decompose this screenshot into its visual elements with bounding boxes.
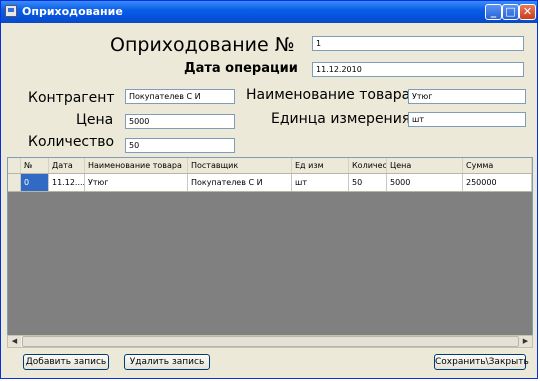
date-label: Дата операции bbox=[184, 61, 298, 76]
cell-price[interactable]: 5000 bbox=[387, 174, 463, 191]
window-title: Оприходование bbox=[22, 5, 123, 18]
row-header[interactable] bbox=[8, 174, 21, 191]
cell-product[interactable]: Утюг bbox=[85, 174, 188, 191]
cell-supplier[interactable]: Покупателев С И bbox=[188, 174, 292, 191]
column-header-sum[interactable]: Сумма bbox=[463, 158, 532, 173]
column-header-product[interactable]: Наименование товара bbox=[85, 158, 188, 173]
cell-date[interactable]: 11.12.... bbox=[49, 174, 85, 191]
app-icon bbox=[5, 5, 17, 17]
column-header-price[interactable]: Цена bbox=[387, 158, 463, 173]
price-label: Цена bbox=[76, 112, 114, 128]
column-header-date[interactable]: Дата bbox=[49, 158, 85, 173]
product-name-label: Наименование товара bbox=[246, 87, 411, 103]
column-header-number[interactable]: № bbox=[21, 158, 49, 173]
price-field[interactable]: 5000 bbox=[125, 114, 235, 129]
product-name-field[interactable]: Утюг bbox=[408, 89, 526, 104]
table-row[interactable]: 0 11.12.... Утюг Покупателев С И шт 50 5… bbox=[8, 174, 532, 192]
doc-number-field[interactable]: 1 bbox=[312, 36, 524, 51]
column-header-unit[interactable]: Ед изм bbox=[292, 158, 349, 173]
unit-field[interactable]: шт bbox=[408, 112, 526, 127]
quantity-label: Количество bbox=[28, 134, 115, 150]
scrollbar-thumb[interactable] bbox=[22, 336, 519, 347]
records-grid[interactable]: № Дата Наименование товара Поставщик Ед … bbox=[7, 157, 533, 347]
app-window: Оприходование _ □ ✕ Оприходование № 1 Да… bbox=[0, 0, 538, 379]
contractor-label: Контрагент bbox=[28, 90, 115, 106]
cell-unit[interactable]: шт bbox=[292, 174, 349, 191]
close-button[interactable]: ✕ bbox=[519, 4, 536, 20]
quantity-field[interactable]: 50 bbox=[125, 138, 235, 153]
cell-number[interactable]: 0 bbox=[21, 174, 49, 191]
cell-quantity[interactable]: 50 bbox=[349, 174, 387, 191]
minimize-button[interactable]: _ bbox=[485, 4, 502, 20]
save-close-button[interactable]: Сохранить\Закрыть bbox=[434, 354, 529, 370]
form-heading: Оприходование № bbox=[110, 34, 295, 56]
unit-label: Единца измерения bbox=[271, 111, 411, 127]
scroll-right-icon[interactable]: ▶ bbox=[519, 336, 532, 347]
title-bar[interactable]: Оприходование _ □ ✕ bbox=[1, 1, 537, 23]
grid-header: № Дата Наименование товара Поставщик Ед … bbox=[8, 158, 532, 174]
date-field[interactable]: 11.12.2010 bbox=[312, 62, 524, 77]
column-header-quantity[interactable]: Количес bbox=[349, 158, 387, 173]
cell-sum[interactable]: 250000 bbox=[463, 174, 532, 191]
add-record-button[interactable]: Добавить запись bbox=[23, 354, 109, 370]
contractor-field[interactable]: Покупателев С И bbox=[125, 89, 235, 104]
row-header-corner bbox=[8, 158, 21, 173]
horizontal-scrollbar[interactable]: ◀ ▶ bbox=[7, 335, 533, 348]
maximize-button[interactable]: □ bbox=[502, 4, 519, 20]
column-header-supplier[interactable]: Поставщик bbox=[188, 158, 292, 173]
delete-record-button[interactable]: Удалить запись bbox=[124, 354, 210, 370]
scroll-left-icon[interactable]: ◀ bbox=[8, 336, 21, 347]
